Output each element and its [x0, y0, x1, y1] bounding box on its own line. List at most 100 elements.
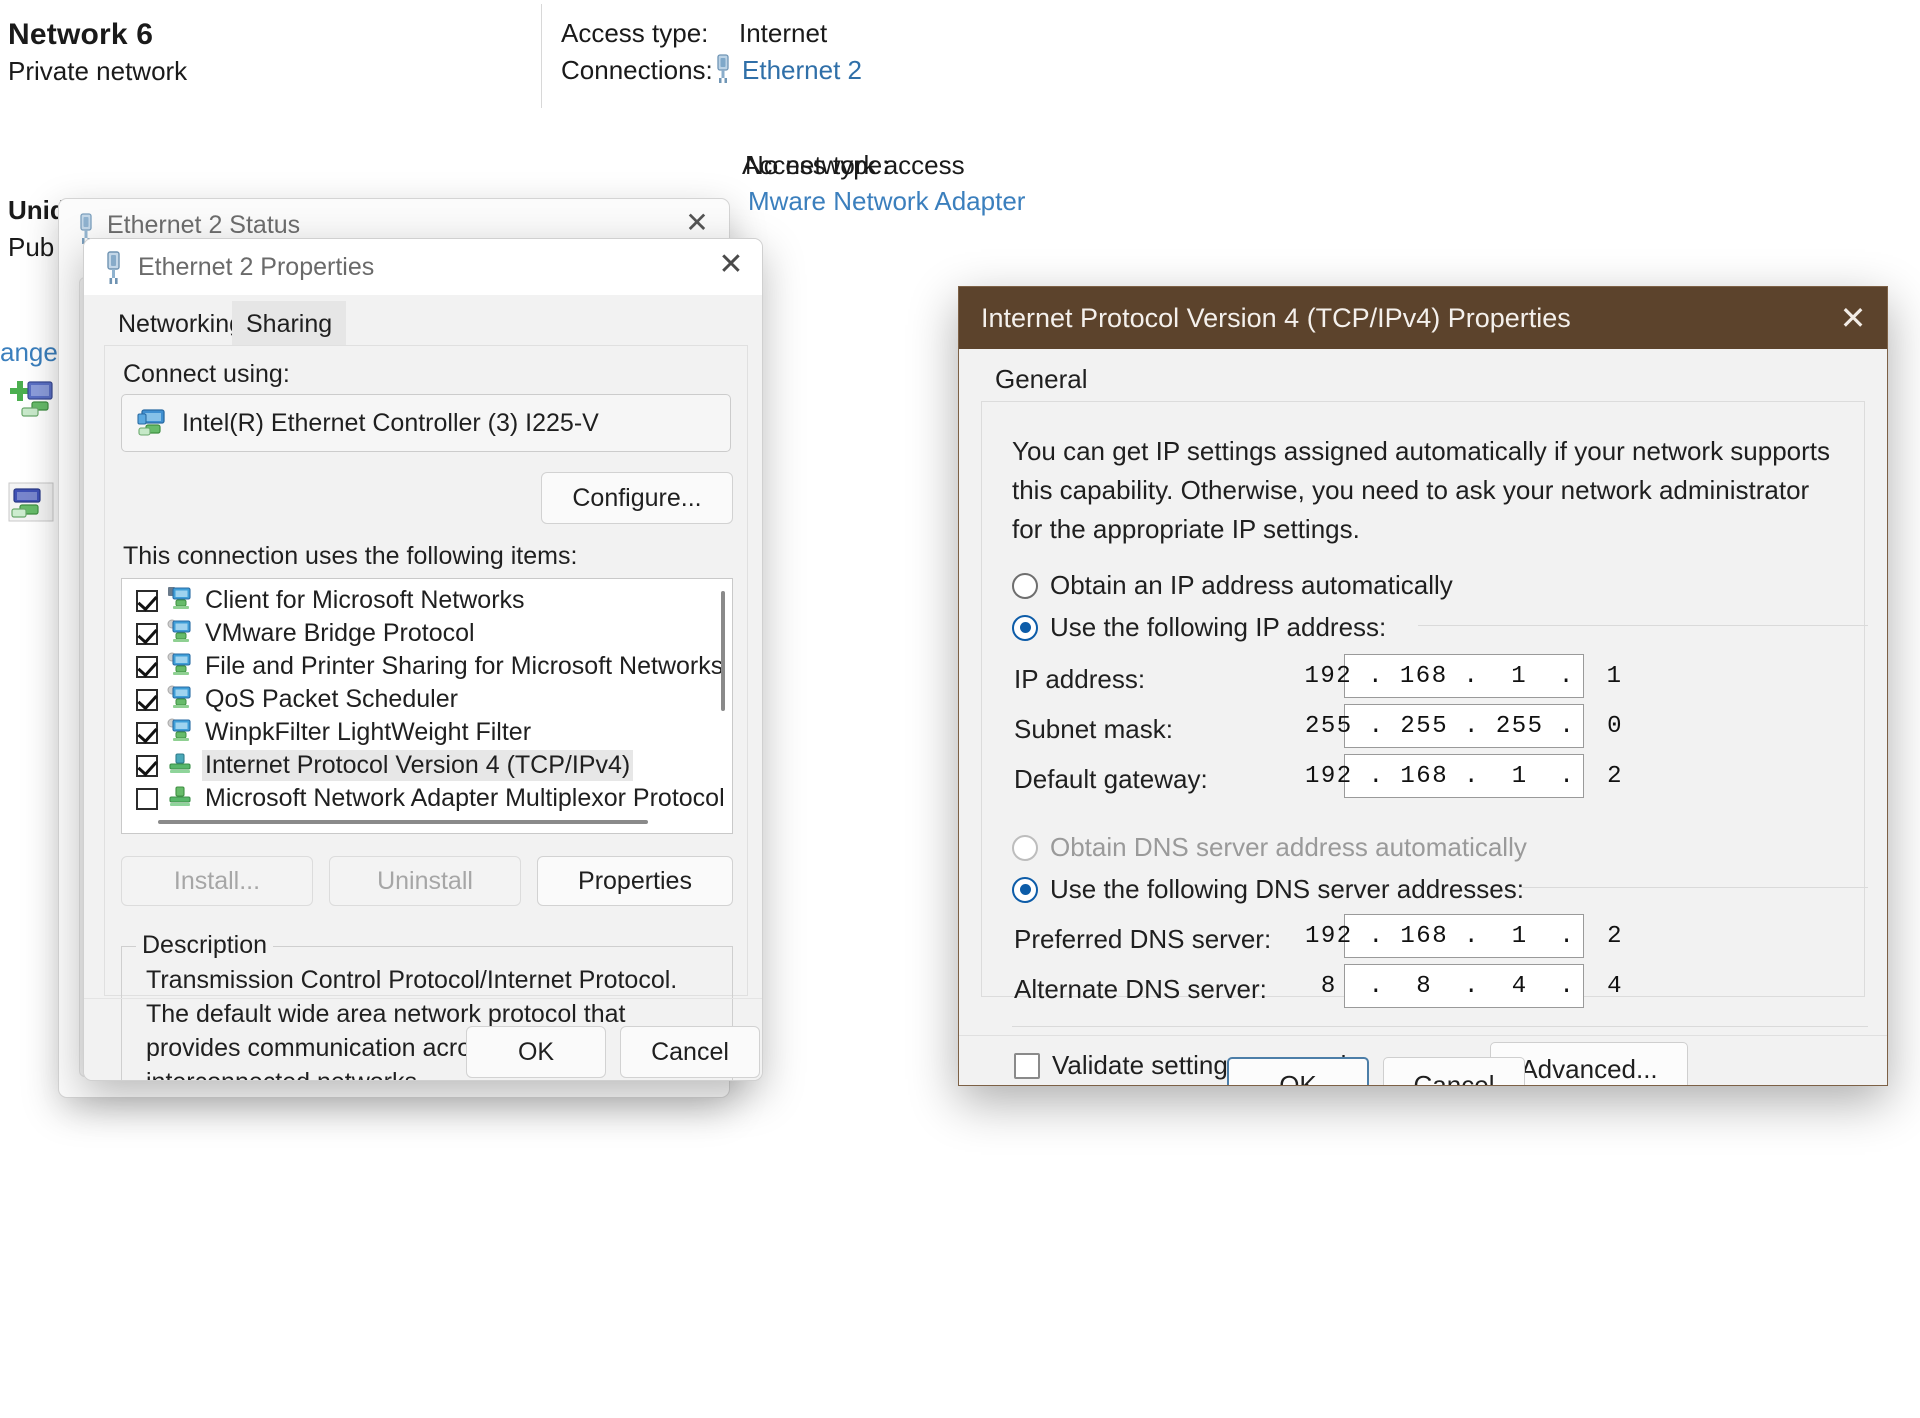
ipv4-tabstrip: General	[981, 355, 1873, 403]
alternate-dns-value: 8 . 8 . 4 . 4	[1304, 972, 1624, 1000]
ipv4-dialog-body: General You can get IP settings assigned…	[959, 349, 1887, 1085]
network-name: Network 6	[8, 18, 154, 51]
network-adapter-icon	[136, 408, 170, 438]
network-service-icon	[167, 619, 193, 648]
network-service-icon	[167, 652, 193, 681]
subnet-mask-value: 255 . 255 . 255 . 0	[1304, 712, 1624, 740]
ethernet-properties-dialog[interactable]: Ethernet 2 Properties ✕ Networking Shari…	[83, 238, 763, 1081]
item-checkbox[interactable]	[136, 655, 158, 678]
item-checkbox[interactable]	[136, 589, 158, 612]
radio-label: Obtain DNS server address automatically	[1050, 832, 1527, 862]
footer-separator	[84, 998, 762, 999]
item-checkbox[interactable]	[136, 622, 158, 645]
alternate-dns-label: Alternate DNS server:	[1014, 974, 1267, 1004]
radio-indicator	[1012, 572, 1038, 599]
ok-button[interactable]: OK	[466, 1026, 606, 1078]
scrollbar-thumb[interactable]	[721, 591, 725, 711]
items-label: This connection uses the following items…	[123, 542, 578, 570]
radio-label: Obtain an IP address automatically	[1050, 570, 1453, 600]
list-item[interactable]: File and Printer Sharing for Microsoft N…	[122, 650, 723, 683]
item-label: VMware Bridge Protocol	[205, 619, 475, 647]
add-network-adapter-icon	[8, 378, 60, 429]
subnet-mask-input[interactable]: 255 . 255 . 255 . 0	[1305, 704, 1622, 748]
dns-section-bottom-rule	[1012, 1026, 1868, 1027]
alternate-dns-input[interactable]: 8 . 8 . 4 . 4	[1321, 964, 1622, 1008]
ok-button[interactable]: OK	[1227, 1057, 1369, 1085]
properties-dialog-title: Ethernet 2 Properties	[138, 253, 375, 281]
ip-address-value: 192 . 168 . 1 . 1	[1304, 662, 1623, 690]
ipv4-intro-text: You can get IP settings assigned automat…	[1012, 436, 1831, 544]
properties-dialog-body: Networking Sharing Connect using: Intel(…	[84, 295, 762, 1080]
radio-obtain-ip-automatically[interactable]: Obtain an IP address automatically	[1012, 570, 1453, 601]
item-checkbox[interactable]	[136, 754, 158, 777]
network-type: Private network	[8, 56, 188, 86]
cancel-button[interactable]: Cancel	[620, 1026, 760, 1078]
install-button[interactable]: Install...	[121, 856, 313, 906]
properties-tabstrip: Networking Sharing	[104, 301, 748, 347]
network-protocol-icon	[167, 784, 193, 813]
radio-obtain-dns-automatically[interactable]: Obtain DNS server address automatically	[1012, 832, 1527, 863]
item-label: QoS Packet Scheduler	[205, 685, 458, 713]
radio-indicator	[1012, 614, 1038, 641]
cancel-button[interactable]: Cancel	[1383, 1057, 1525, 1085]
second-network-type: Pub	[8, 232, 55, 262]
properties-titlebar[interactable]: Ethernet 2 Properties ✕	[84, 239, 762, 295]
tab-sharing[interactable]: Sharing	[232, 301, 347, 347]
default-gateway-input[interactable]: 192 . 168 . 1 . 2	[1305, 754, 1622, 798]
list-item[interactable]: WinpkFilter LightWeight Filter	[122, 716, 710, 749]
ipv4-titlebar[interactable]: Internet Protocol Version 4 (TCP/IPv4) P…	[959, 287, 1887, 349]
listbox-horizontal-scrollbar[interactable]	[134, 815, 720, 829]
connections-value-link[interactable]: Ethernet 2	[742, 55, 862, 86]
list-item[interactable]: Client for Microsoft Networks	[122, 584, 710, 617]
properties-button[interactable]: Properties	[537, 856, 733, 906]
default-gateway-label: Default gateway:	[1014, 764, 1208, 794]
ip-group-rule	[1418, 625, 1868, 626]
checkbox-indicator	[1014, 1052, 1040, 1079]
header-divider	[541, 4, 542, 108]
adapter-name: Intel(R) Ethernet Controller (3) I225-V	[182, 408, 599, 437]
network-adapter-icon	[8, 482, 54, 527]
radio-use-following-dns[interactable]: Use the following DNS server addresses:	[1012, 874, 1524, 905]
uninstall-button[interactable]: Uninstall	[329, 856, 521, 906]
radio-indicator	[1012, 834, 1038, 861]
close-icon[interactable]: ✕	[1819, 287, 1887, 349]
ipv4-footer-separator	[959, 1035, 1887, 1036]
no-network-access-text: No network access	[745, 150, 965, 180]
item-label: Client for Microsoft Networks	[205, 586, 525, 614]
vmware-adapter-link[interactable]: Mware Network Adapter	[748, 186, 1025, 217]
adapter-combobox[interactable]: Intel(R) Ethernet Controller (3) I225-V	[121, 394, 731, 452]
listbox-vertical-scrollbar[interactable]	[716, 583, 730, 809]
change-settings-link[interactable]: ange	[0, 337, 58, 368]
ip-address-label: IP address:	[1014, 664, 1146, 694]
item-checkbox[interactable]	[136, 787, 158, 810]
subnet-mask-label: Subnet mask:	[1014, 714, 1173, 744]
preferred-dns-value: 192 . 168 . 1 . 2	[1304, 922, 1624, 950]
ipv4-properties-dialog[interactable]: Internet Protocol Version 4 (TCP/IPv4) P…	[958, 286, 1888, 1086]
ip-address-input[interactable]: 192 . 168 . 1 . 1	[1304, 654, 1621, 698]
radio-indicator	[1012, 876, 1038, 903]
ipv4-dialog-title: Internet Protocol Version 4 (TCP/IPv4) P…	[981, 303, 1571, 333]
list-item[interactable]: Microsoft Network Adapter Multiplexor Pr…	[122, 782, 725, 815]
item-label: Microsoft Network Adapter Multiplexor Pr…	[205, 784, 725, 812]
list-item[interactable]: Internet Protocol Version 4 (TCP/IPv4)	[122, 749, 710, 782]
dns-group-rule	[1522, 887, 1868, 888]
item-label: File and Printer Sharing for Microsoft N…	[205, 652, 724, 680]
access-type-label: Access type:	[561, 18, 709, 48]
tab-general[interactable]: General	[981, 355, 1102, 403]
network-service-icon	[167, 718, 193, 747]
list-item[interactable]: VMware Bridge Protocol	[122, 617, 710, 650]
configure-button[interactable]: Configure...	[541, 472, 733, 524]
ethernet-plug-icon	[102, 251, 126, 290]
item-label: Internet Protocol Version 4 (TCP/IPv4)	[202, 750, 634, 781]
radio-label: Use the following IP address:	[1050, 612, 1387, 642]
item-checkbox[interactable]	[136, 688, 158, 711]
radio-use-following-ip[interactable]: Use the following IP address:	[1012, 612, 1386, 643]
preferred-dns-input[interactable]: 192 . 168 . 1 . 2	[1305, 914, 1622, 958]
scrollbar-thumb[interactable]	[158, 820, 648, 824]
item-checkbox[interactable]	[136, 721, 158, 744]
ethernet-plug-icon	[712, 54, 734, 89]
close-icon[interactable]: ✕	[702, 241, 760, 289]
network-items-listbox[interactable]: Client for Microsoft Networks VMware Bri…	[121, 578, 733, 834]
screen: Network 6 Private network Access type: I…	[0, 0, 1920, 1418]
list-item[interactable]: QoS Packet Scheduler	[122, 683, 710, 716]
